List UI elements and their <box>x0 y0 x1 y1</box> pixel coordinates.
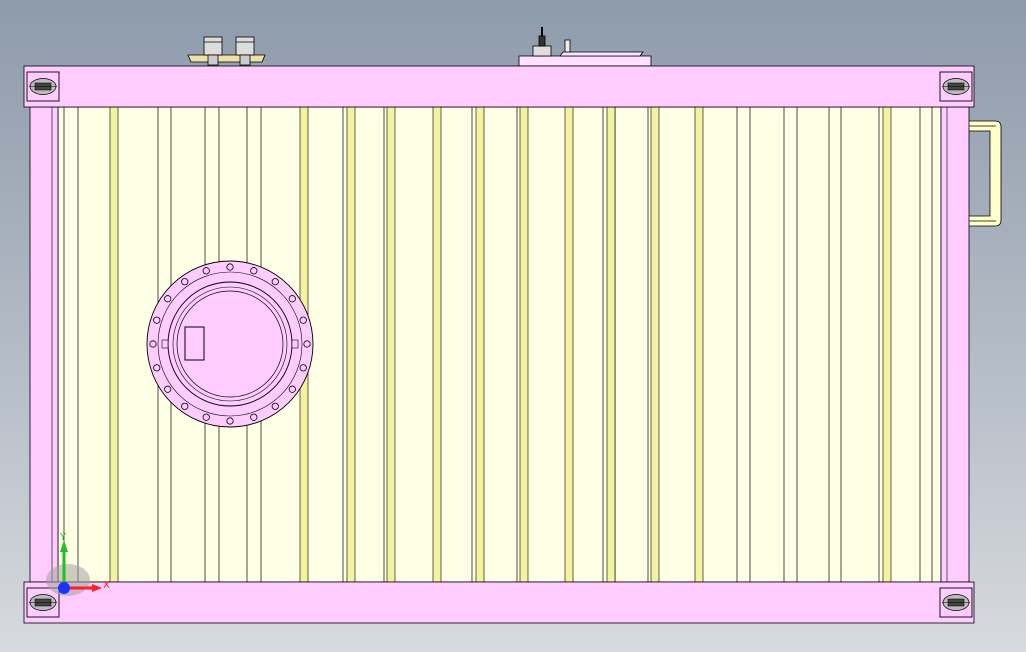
stiffener-bar[interactable] <box>386 106 396 583</box>
top-frame-beam[interactable] <box>23 65 975 108</box>
stiffener-bar[interactable] <box>694 106 704 583</box>
flange-bolt <box>303 340 311 348</box>
corner-casting-bottom-right[interactable] <box>939 587 973 618</box>
flange-bolt <box>226 417 234 425</box>
top-fitting-left[interactable] <box>187 36 266 66</box>
flange-bolt <box>299 316 307 324</box>
stiffener-bar[interactable] <box>475 106 485 583</box>
left-frame-post[interactable] <box>29 106 59 583</box>
right-frame-post[interactable] <box>940 106 970 583</box>
flange-bolt <box>250 267 258 275</box>
flange-bolt <box>288 385 296 393</box>
flange-bolt <box>164 385 172 393</box>
manway-flange[interactable] <box>146 260 314 428</box>
flange-bolt <box>271 402 279 410</box>
stiffener-bar[interactable] <box>432 106 442 583</box>
y-axis-label: Y <box>59 532 67 543</box>
corner-casting-top-left[interactable] <box>26 71 60 102</box>
flange-bolt <box>271 278 279 286</box>
stiffener-bar[interactable] <box>109 106 119 583</box>
x-axis-label: X <box>103 580 110 591</box>
flange-bolt <box>181 278 189 286</box>
flange-bolt <box>226 263 234 271</box>
top-fitting-right[interactable] <box>518 27 652 67</box>
flange-bolt <box>202 267 210 275</box>
flange-bolt <box>164 295 172 303</box>
z-axis-dot <box>58 582 70 594</box>
flange-bolt <box>181 402 189 410</box>
stiffener-bar[interactable] <box>882 106 892 583</box>
stiffener-bar[interactable] <box>564 106 574 583</box>
stiffener-bar[interactable] <box>650 106 660 583</box>
stiffener-bar[interactable] <box>606 106 616 583</box>
flange-bolt <box>202 413 210 421</box>
corner-casting-top-right[interactable] <box>939 71 973 102</box>
flange-bolt <box>288 295 296 303</box>
stiffener-bar[interactable] <box>346 106 356 583</box>
stiffener-bar[interactable] <box>519 106 529 583</box>
flange-bolt <box>250 413 258 421</box>
manway-viewport-window[interactable] <box>184 326 205 361</box>
flange-bolt <box>299 364 307 372</box>
flange-bolt <box>153 316 161 324</box>
cad-drawing[interactable]: X Y <box>0 0 1026 652</box>
flange-bolt <box>153 364 161 372</box>
bottom-frame-beam[interactable] <box>23 581 975 624</box>
flange-bolt <box>149 340 157 348</box>
cad-viewport[interactable]: X Y <box>0 0 1026 652</box>
